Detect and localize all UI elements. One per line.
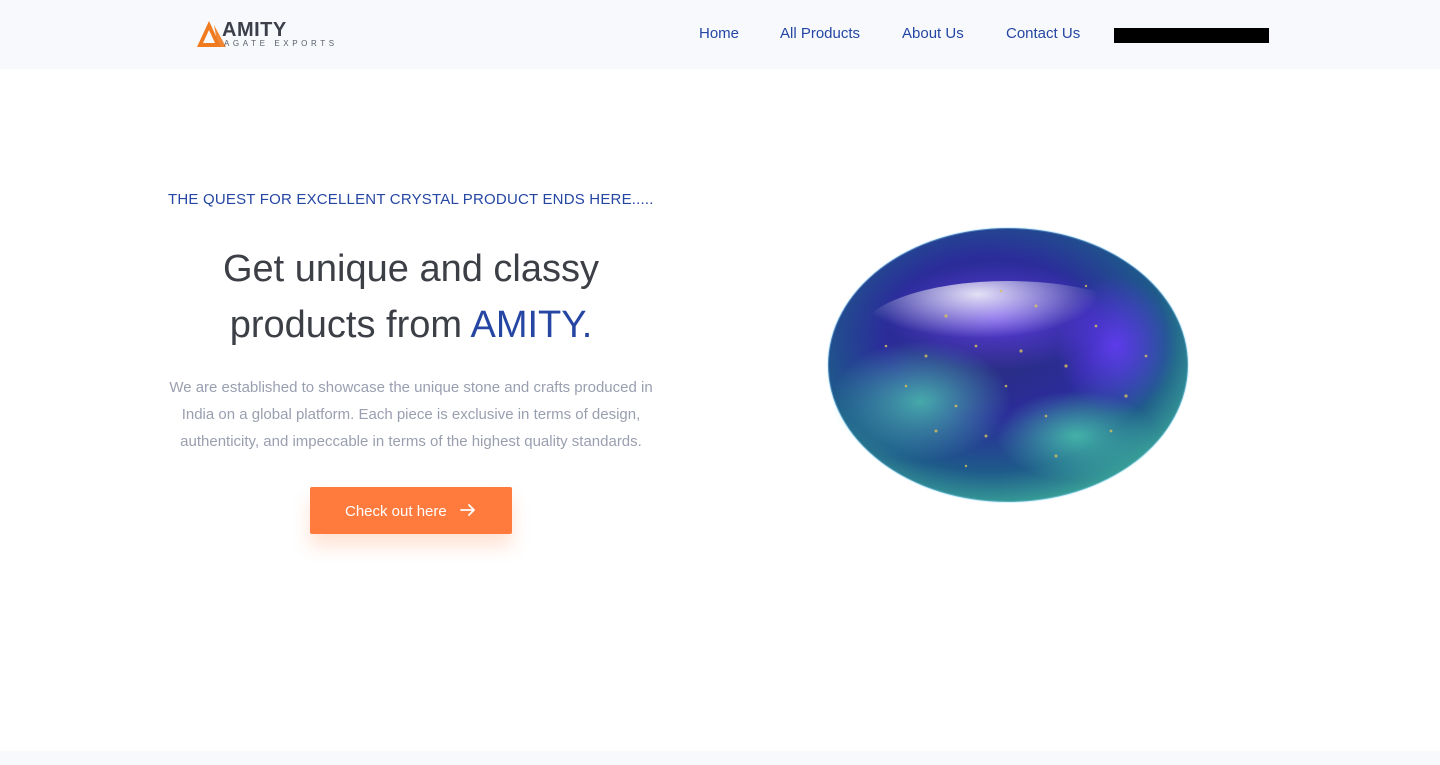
nav-contact-us-link[interactable]: Contact Us	[1006, 25, 1080, 42]
check-out-button[interactable]: Check out here	[310, 487, 512, 534]
hero-tagline: THE QUEST FOR EXCELLENT CRYSTAL PRODUCT …	[168, 191, 654, 208]
cta-label: Check out here	[345, 503, 447, 520]
top-navbar: AMITY AGATE EXPORTS Home All Products Ab…	[0, 0, 1440, 69]
footer-strip	[0, 751, 1440, 765]
nav-all-products-link[interactable]: All Products	[780, 25, 860, 42]
headline-brand: AMITY.	[470, 304, 593, 346]
nav-about-us-link[interactable]: About Us	[902, 25, 964, 42]
hero-description: We are established to showcase the uniqu…	[169, 379, 653, 450]
headline-line-1: Get unique and classy	[222, 248, 599, 290]
gemstone-image	[827, 227, 1189, 503]
hero-headline: Get unique and classy products from AMIT…	[168, 241, 654, 353]
nav-home-link[interactable]: Home	[699, 25, 739, 42]
logo-subtitle: AGATE EXPORTS	[224, 39, 338, 48]
redacted-nav-item[interactable]	[1114, 28, 1269, 43]
headline-line-2-prefix: products from	[229, 304, 471, 346]
amity-logo[interactable]: AMITY AGATE EXPORTS	[197, 19, 339, 51]
arrow-right-icon	[460, 504, 475, 516]
